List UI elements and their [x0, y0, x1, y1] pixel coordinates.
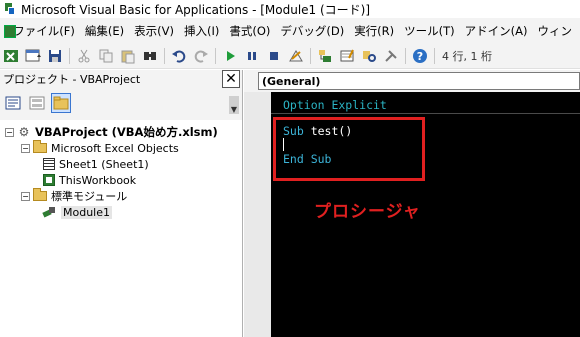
menu-run[interactable]: 実行(R): [352, 23, 402, 39]
stop-icon[interactable]: [265, 47, 283, 65]
properties-window-icon[interactable]: [338, 47, 356, 65]
menu-view[interactable]: 表示(V): [132, 23, 182, 39]
worksheet-icon: [43, 158, 55, 170]
object-browser-icon[interactable]: [360, 47, 378, 65]
copy-icon[interactable]: [97, 47, 115, 65]
menu-tools[interactable]: ツール(T): [402, 23, 463, 39]
folder-icon: [33, 188, 47, 201]
tree-item-label: 標準モジュール: [51, 190, 128, 203]
code-margin: [244, 92, 271, 337]
tree-item-project[interactable]: − ⚙ VBAProject (VBA始め方.xlsm): [0, 124, 242, 140]
standard-toolbar: ? 4 行, 1 桁: [0, 44, 580, 69]
insert-userform-icon[interactable]: [24, 47, 42, 65]
tree-item-excel-objects[interactable]: − Microsoft Excel Objects: [0, 140, 242, 156]
project-explorer-toolbar: ▼: [0, 88, 242, 118]
window-title: Microsoft Visual Basic for Applications …: [21, 2, 371, 17]
collapse-icon[interactable]: −: [21, 191, 30, 201]
tree-item-label: Microsoft Excel Objects: [51, 141, 179, 155]
tree-item-label: ThisWorkbook: [59, 173, 137, 187]
tree-item-sheet1[interactable]: Sheet1 (Sheet1): [0, 156, 242, 172]
design-mode-icon[interactable]: [287, 47, 305, 65]
svg-text:?: ?: [417, 50, 423, 63]
save-icon[interactable]: [46, 47, 64, 65]
vba-project-icon: ⚙: [18, 125, 30, 139]
project-explorer-header: プロジェクト - VBAProject ✕: [0, 70, 242, 88]
pause-icon[interactable]: [243, 47, 261, 65]
toggle-folders-icon[interactable]: [51, 93, 71, 113]
option-explicit-line: Option Explicit: [283, 98, 387, 112]
tree-item-module1[interactable]: Module1: [0, 204, 242, 220]
tree-item-label: Sheet1 (Sheet1): [59, 157, 149, 171]
tree-item-label: Module1: [61, 205, 112, 219]
menu-edit[interactable]: 編集(E): [83, 23, 132, 39]
project-explorer-title: プロジェクト - VBAProject: [3, 73, 141, 86]
collapse-icon[interactable]: −: [5, 127, 14, 137]
tree-item-modules[interactable]: − 標準モジュール: [0, 188, 242, 204]
procedure-separator: [271, 113, 580, 114]
menu-window[interactable]: ウィン: [536, 23, 580, 39]
menu-debug[interactable]: デバッグ(D): [278, 23, 352, 39]
scroll-down-arrow-icon[interactable]: ▼: [229, 96, 239, 114]
cut-icon[interactable]: [75, 47, 93, 65]
menu-bar: ファイル(F) 編集(E) 表示(V) 挿入(I) 書式(O) デバッグ(D) …: [0, 18, 580, 44]
title-bar: Microsoft Visual Basic for Applications …: [0, 0, 580, 18]
redo-icon[interactable]: [192, 47, 210, 65]
paste-icon[interactable]: [119, 47, 137, 65]
project-explorer: プロジェクト - VBAProject ✕ ▼ − ⚙ VBAProject (…: [0, 70, 243, 337]
view-code-icon[interactable]: [3, 93, 23, 113]
menu-insert[interactable]: 挿入(I): [182, 23, 227, 39]
find-icon[interactable]: [141, 47, 159, 65]
procedure-annotation: プロシージャ: [314, 202, 421, 222]
excel-view-icon[interactable]: [2, 22, 17, 40]
menu-format[interactable]: 書式(O): [227, 23, 278, 39]
folder-icon: [33, 140, 47, 153]
project-tree: − ⚙ VBAProject (VBA始め方.xlsm) − Microsoft…: [0, 120, 242, 337]
run-icon[interactable]: [221, 47, 239, 65]
object-dropdown[interactable]: (General): [258, 72, 580, 90]
view-object-icon[interactable]: [27, 93, 47, 113]
procedure-highlight-box: [273, 117, 425, 181]
toolbox-icon[interactable]: [382, 47, 400, 65]
view-excel-icon[interactable]: [2, 47, 20, 65]
vba-app-icon: [4, 3, 16, 15]
module-icon: [43, 206, 57, 218]
tree-item-thisworkbook[interactable]: ThisWorkbook: [0, 172, 242, 188]
code-editor[interactable]: Option Explicit Sub test() End Sub プロシージ…: [271, 92, 580, 337]
help-icon[interactable]: ?: [411, 47, 429, 65]
menu-addins[interactable]: アドイン(A): [463, 23, 536, 39]
undo-icon[interactable]: [170, 47, 188, 65]
code-window-header: (General): [244, 70, 580, 92]
workbook-icon: [43, 174, 55, 186]
collapse-icon[interactable]: −: [21, 143, 30, 153]
menu-file[interactable]: ファイル(F): [11, 23, 83, 39]
project-explorer-icon[interactable]: [316, 47, 334, 65]
close-icon[interactable]: ✕: [222, 70, 240, 88]
cursor-position-status: 4 行, 1 桁: [442, 50, 492, 63]
tree-item-label: VBAProject (VBA始め方.xlsm): [35, 125, 218, 139]
